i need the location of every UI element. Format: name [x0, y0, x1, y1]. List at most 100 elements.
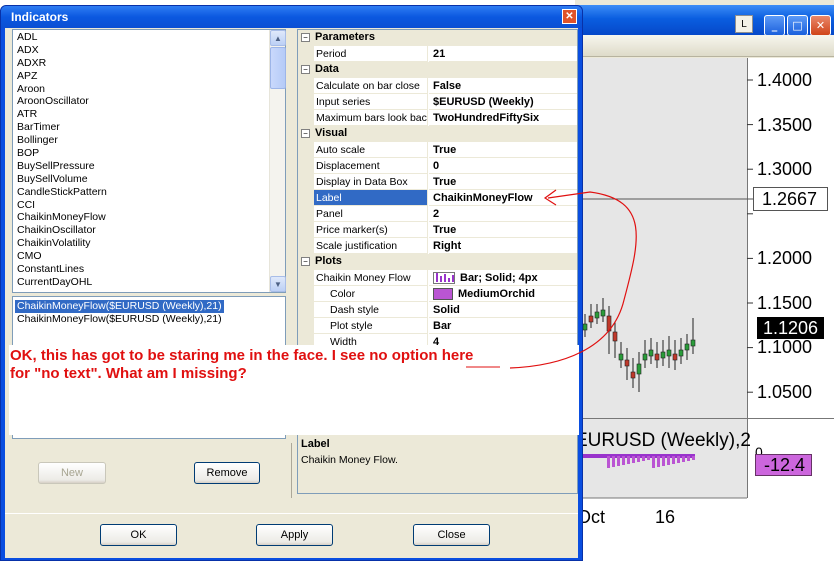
indicator-list-item[interactable]: BarTimer — [17, 121, 269, 134]
collapse-icon[interactable]: − — [301, 33, 310, 42]
property-gutter — [298, 270, 314, 286]
indicator-list-item[interactable]: BuySellVolume — [17, 173, 269, 186]
apply-button[interactable]: Apply — [256, 524, 333, 546]
property-value[interactable]: $EURUSD (Weekly) — [429, 94, 577, 110]
property-value[interactable]: Solid — [429, 302, 577, 318]
property-value[interactable]: MediumOrchid — [429, 286, 577, 302]
indicator-list-item[interactable]: ChaikinVolatility — [17, 237, 269, 250]
close-icon[interactable]: ✕ — [562, 9, 577, 24]
indicator-list-item[interactable]: Bollinger — [17, 134, 269, 147]
collapse-icon[interactable]: − — [301, 129, 310, 138]
property-value[interactable]: 2 — [429, 206, 577, 222]
close-icon[interactable]: ✕ — [810, 15, 831, 36]
scrollbar-thumb[interactable] — [270, 47, 286, 89]
indicator-list-item[interactable]: ConstantLines — [17, 263, 269, 276]
close-button[interactable]: Close — [413, 524, 490, 546]
property-name[interactable]: Plot style — [314, 318, 428, 334]
property-row-maxbars[interactable]: Maximum bars look back TwoHundredFiftySix — [298, 110, 577, 126]
indicator-list-item[interactable]: APZ — [17, 70, 269, 83]
property-category-parameters[interactable]: − Parameters — [298, 30, 577, 46]
property-category-label: Plots — [315, 255, 342, 267]
property-gutter — [298, 190, 314, 206]
property-row-panel[interactable]: Panel 2 — [298, 206, 577, 222]
property-row-period[interactable]: Period 21 — [298, 46, 577, 62]
property-category-visual[interactable]: − Visual — [298, 126, 577, 142]
property-name[interactable]: Price marker(s) — [314, 222, 428, 238]
property-value[interactable]: True — [429, 142, 577, 158]
property-row-color[interactable]: Color MediumOrchid — [298, 286, 577, 302]
indicator-list-item[interactable]: ADL — [17, 31, 269, 44]
indicator-list-item[interactable]: Aroon — [17, 83, 269, 96]
applied-indicator-item[interactable]: ChaikinMoneyFlow($EURUSD (Weekly),21) — [15, 300, 224, 313]
indicator-list-item[interactable]: AroonOscillator — [17, 95, 269, 108]
property-value-text: MediumOrchid — [458, 288, 536, 300]
property-name[interactable]: Chaikin Money Flow — [314, 270, 428, 286]
maximize-icon[interactable]: □ — [787, 15, 808, 36]
property-name[interactable]: Input series — [314, 94, 428, 110]
scroll-down-icon[interactable]: ▼ — [270, 276, 286, 292]
property-row-input[interactable]: Input series $EURUSD (Weekly) — [298, 94, 577, 110]
indicator-list-item[interactable]: BuySellPressure — [17, 160, 269, 173]
indicator-list-item[interactable]: ChaikinOscillator — [17, 224, 269, 237]
property-value[interactable]: Bar; Solid; 4px — [429, 270, 577, 286]
collapse-icon[interactable]: − — [301, 65, 310, 74]
property-value[interactable]: 21 — [429, 46, 577, 62]
indicator-list-item[interactable]: ChaikinMoneyFlow — [17, 211, 269, 224]
collapse-icon[interactable]: − — [301, 257, 310, 266]
property-name[interactable]: Maximum bars look back — [314, 110, 428, 126]
property-name[interactable]: Panel — [314, 206, 428, 222]
property-category-data[interactable]: − Data — [298, 62, 577, 78]
indicator-list-item[interactable]: CandleStickPattern — [17, 186, 269, 199]
indicator-list[interactable]: ADL ADX ADXR APZ Aroon AroonOscillator ATR BarT… — [12, 29, 286, 293]
property-value[interactable]: True — [429, 222, 577, 238]
property-row-autoscale[interactable]: Auto scale True — [298, 142, 577, 158]
property-row-calc[interactable]: Calculate on bar close False — [298, 78, 577, 94]
property-name[interactable]: Displacement — [314, 158, 428, 174]
property-category-plots[interactable]: − Plots — [298, 254, 577, 270]
new-button[interactable]: New — [38, 462, 106, 484]
property-name[interactable]: Period — [314, 46, 428, 62]
property-name[interactable]: Scale justification — [314, 238, 428, 254]
property-value[interactable]: ChaikinMoneyFlow — [429, 190, 577, 206]
chart-l-button[interactable]: L — [735, 15, 753, 33]
property-name[interactable]: Auto scale — [314, 142, 428, 158]
scroll-up-icon[interactable]: ▲ — [270, 30, 286, 46]
property-value-text: Solid — [433, 304, 460, 316]
minimize-icon[interactable]: _ — [764, 15, 785, 36]
property-row-label[interactable]: Label ChaikinMoneyFlow — [298, 190, 577, 206]
indicator-list-item[interactable]: CMO — [17, 250, 269, 263]
property-name[interactable]: Dash style — [314, 302, 428, 318]
property-row-plotstyle[interactable]: Plot style Bar — [298, 318, 577, 334]
property-value[interactable]: Bar — [429, 318, 577, 334]
property-value[interactable]: False — [429, 78, 577, 94]
price-chart[interactable]: 1.4000 1.3500 1.3000 1.2000 1.1500 1.100… — [575, 58, 834, 567]
property-value-text: True — [433, 144, 457, 156]
dialog-titlebar[interactable]: Indicators ✕ — [1, 6, 582, 28]
annotation-line: for "no text". What am I missing? — [10, 365, 247, 382]
property-gutter — [298, 142, 314, 158]
property-value[interactable]: True — [429, 174, 577, 190]
property-value[interactable]: TwoHundredFiftySix — [429, 110, 577, 126]
property-value[interactable]: 0 — [429, 158, 577, 174]
property-row-dash[interactable]: Dash style Solid — [298, 302, 577, 318]
property-name[interactable]: Calculate on bar close — [314, 78, 428, 94]
property-row-databox[interactable]: Display in Data Box True — [298, 174, 577, 190]
property-name[interactable]: Color — [314, 286, 428, 302]
indicator-list-item[interactable]: ATR — [17, 108, 269, 121]
property-row-pricemarker[interactable]: Price marker(s) True — [298, 222, 577, 238]
indicator-list-item[interactable]: ADX — [17, 44, 269, 57]
ok-button[interactable]: OK — [100, 524, 177, 546]
property-row-displacement[interactable]: Displacement 0 — [298, 158, 577, 174]
indicator-list-item[interactable]: BOP — [17, 147, 269, 160]
applied-indicator-item[interactable]: ChaikinMoneyFlow($EURUSD (Weekly),21) — [15, 313, 224, 326]
property-row-plot[interactable]: Chaikin Money Flow Bar; Solid; 4px — [298, 270, 577, 286]
indicator-list-item[interactable]: ADXR — [17, 57, 269, 70]
property-name[interactable]: Label — [314, 190, 428, 206]
remove-button[interactable]: Remove — [194, 462, 260, 484]
property-name[interactable]: Display in Data Box — [314, 174, 428, 190]
property-value[interactable]: Right — [429, 238, 577, 254]
property-row-scalejust[interactable]: Scale justification Right — [298, 238, 577, 254]
indicator-list-scrollbar[interactable]: ▲ ▼ — [269, 30, 286, 292]
indicator-list-item[interactable]: CCI — [17, 199, 269, 212]
indicator-list-item[interactable]: CurrentDayOHL — [17, 276, 269, 289]
